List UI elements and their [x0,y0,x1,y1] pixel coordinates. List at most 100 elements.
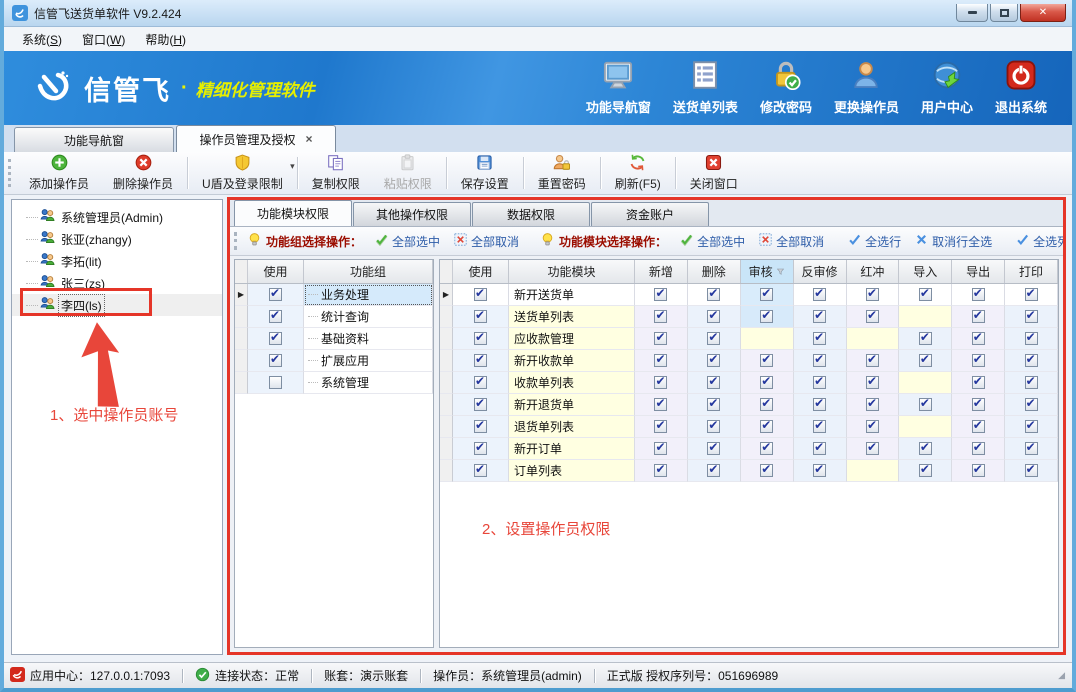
toolbar-button-add-user[interactable]: 添加操作员 [17,152,101,194]
perm-checkbox[interactable] [866,310,879,323]
perm-checkbox[interactable] [972,398,985,411]
module-header-name[interactable]: 功能模块 [509,260,635,283]
perm-checkbox[interactable] [1025,420,1038,433]
perm-checkbox[interactable] [654,442,667,455]
perm-checkbox[interactable] [1025,398,1038,411]
group-name-cell[interactable]: 系统管理 [304,372,433,394]
actionbar-button[interactable]: 全部取消 [454,233,519,250]
actionbar-button[interactable]: 全部选中 [375,233,440,250]
module-name-cell[interactable]: 新开退货单 [509,394,635,416]
group-name-cell[interactable]: 统计查询 [304,306,433,328]
perm-checkbox[interactable] [919,288,932,301]
module-use-checkbox[interactable] [474,310,487,323]
tree-item-operator-3[interactable]: 张三(zs) [12,272,222,294]
perm-header-4[interactable]: 红冲 [847,260,900,283]
perm-checkbox[interactable] [919,442,932,455]
toolbar-button-shield[interactable]: U盾及登录限制 ▾ [190,152,295,194]
perm-checkbox[interactable] [866,354,879,367]
perm-checkbox[interactable] [707,354,720,367]
group-header-use[interactable]: 使用 [248,260,304,283]
menu-item-H[interactable]: 帮助(H) [135,28,196,51]
group-use-checkbox[interactable] [269,354,282,367]
perm-checkbox[interactable] [919,398,932,411]
perm-checkbox[interactable] [707,464,720,477]
banner-action-2[interactable]: 修改密码 [749,56,823,120]
perm-checkbox[interactable] [813,376,826,389]
module-name-cell[interactable]: 应收款管理 [509,328,635,350]
module-name-cell[interactable]: 收款单列表 [509,372,635,394]
module-use-checkbox[interactable] [474,398,487,411]
group-use-checkbox[interactable] [269,376,282,389]
perm-checkbox[interactable] [760,288,773,301]
banner-action-5[interactable]: 退出系统 [984,56,1058,120]
group-use-checkbox[interactable] [269,288,282,301]
perm-checkbox[interactable] [866,442,879,455]
perm-checkbox[interactable] [972,354,985,367]
banner-action-0[interactable]: 功能导航窗 [575,56,662,120]
perm-tab-1[interactable]: 其他操作权限 [353,202,471,226]
perm-checkbox[interactable] [1025,310,1038,323]
module-header-use[interactable]: 使用 [453,260,509,283]
perm-checkbox[interactable] [919,464,932,477]
resize-grip[interactable]: ◢ [1058,670,1066,681]
perm-checkbox[interactable] [866,376,879,389]
perm-checkbox[interactable] [760,442,773,455]
perm-checkbox[interactable] [813,332,826,345]
group-name-cell[interactable]: 业务处理 [304,284,433,306]
actionbar-button[interactable]: 全部取消 [759,233,824,250]
perm-header-0[interactable]: 新增 [635,260,688,283]
perm-checkbox[interactable] [707,332,720,345]
perm-checkbox[interactable] [866,398,879,411]
group-name-cell[interactable]: 基础资料 [304,328,433,350]
menu-item-S[interactable]: 系统(S) [12,28,72,51]
perm-checkbox[interactable] [1025,442,1038,455]
close-button[interactable]: ✕ [1020,4,1066,22]
perm-checkbox[interactable] [972,442,985,455]
perm-header-7[interactable]: 打印 [1005,260,1058,283]
perm-checkbox[interactable] [654,288,667,301]
maximize-button[interactable] [990,4,1018,22]
perm-checkbox[interactable] [813,398,826,411]
toolbar-button-copy[interactable]: 复制权限 [300,152,372,194]
perm-checkbox[interactable] [1025,332,1038,345]
menu-item-W[interactable]: 窗口(W) [72,28,135,51]
actionbar-button[interactable]: 全选行 [848,233,901,250]
group-use-checkbox[interactable] [269,332,282,345]
document-tab-0[interactable]: 功能导航窗 [14,127,174,152]
perm-checkbox[interactable] [760,398,773,411]
perm-checkbox[interactable] [813,354,826,367]
perm-checkbox[interactable] [972,310,985,323]
perm-checkbox[interactable] [760,464,773,477]
perm-header-1[interactable]: 删除 [688,260,741,283]
perm-checkbox[interactable] [919,332,932,345]
toolbar-button-save[interactable]: 保存设置 [449,152,521,194]
perm-checkbox[interactable] [707,310,720,323]
perm-tab-3[interactable]: 资金账户 [591,202,709,226]
module-use-checkbox[interactable] [474,376,487,389]
perm-checkbox[interactable] [972,420,985,433]
perm-checkbox[interactable] [707,288,720,301]
minimize-button[interactable] [956,4,988,22]
perm-checkbox[interactable] [972,332,985,345]
perm-checkbox[interactable] [760,420,773,433]
perm-checkbox[interactable] [1025,288,1038,301]
perm-checkbox[interactable] [707,420,720,433]
perm-checkbox[interactable] [866,288,879,301]
tree-item-operator-2[interactable]: 李拓(lit) [12,250,222,272]
perm-checkbox[interactable] [866,420,879,433]
perm-header-6[interactable]: 导出 [952,260,1005,283]
perm-checkbox[interactable] [972,376,985,389]
perm-checkbox[interactable] [707,442,720,455]
perm-checkbox[interactable] [654,464,667,477]
perm-checkbox[interactable] [654,310,667,323]
perm-checkbox[interactable] [972,464,985,477]
module-use-checkbox[interactable] [474,442,487,455]
perm-checkbox[interactable] [972,288,985,301]
perm-checkbox[interactable] [813,442,826,455]
module-use-checkbox[interactable] [474,420,487,433]
perm-header-2[interactable]: 审核 [741,260,794,283]
perm-checkbox[interactable] [813,420,826,433]
perm-checkbox[interactable] [654,354,667,367]
banner-action-4[interactable]: 用户中心 [910,56,984,120]
tree-item-operator-0[interactable]: 系统管理员(Admin) [12,206,222,228]
